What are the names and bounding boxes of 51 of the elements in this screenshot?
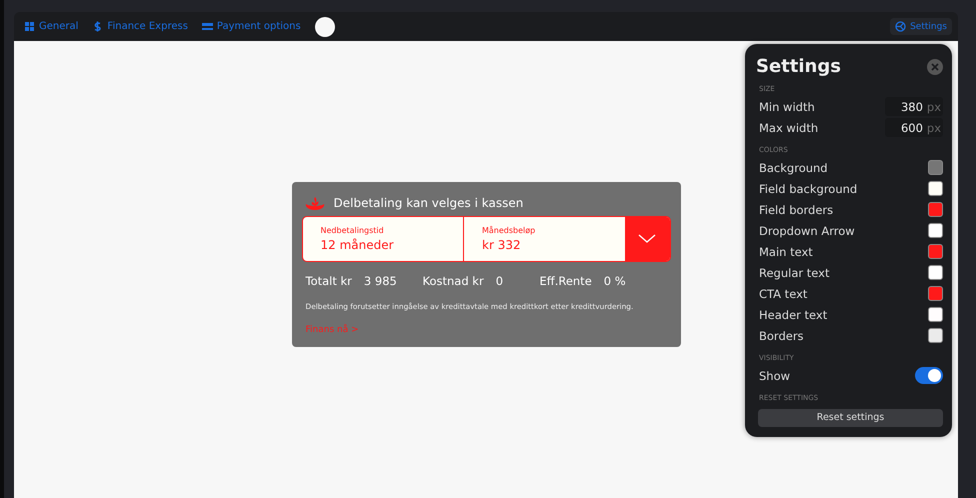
number-field[interactable]: 600 px — [885, 118, 943, 137]
summary-label: Kostnad kr — [422, 274, 484, 288]
widget-header: Delbetaling kan velges i kassen — [334, 196, 524, 210]
setting-label: Main text — [759, 244, 813, 258]
summary-value: 0 — [496, 274, 504, 288]
setting-label: Header text — [759, 308, 828, 322]
installment-field[interactable]: Nedbetalingstid 12 måneder Månedsbeløp kr 332 — [302, 216, 670, 262]
color-swatch[interactable] — [928, 307, 943, 322]
summary-value: 0 % — [604, 274, 626, 288]
setting-label: Borders — [759, 328, 804, 342]
settings-icon — [895, 21, 906, 32]
circle-button[interactable] — [314, 16, 335, 36]
dollar-icon — [92, 21, 104, 32]
field-value: kr 332 — [482, 238, 522, 252]
flame-logo-icon — [304, 196, 324, 210]
color-swatch[interactable] — [928, 202, 943, 217]
toolbar-tab[interactable]: Payment options — [202, 21, 301, 32]
color-swatch[interactable] — [928, 286, 943, 301]
color-swatch[interactable] — [928, 181, 943, 196]
toolbar-tab[interactable]: Finance Express — [92, 21, 188, 32]
toggle-switch[interactable] — [915, 367, 943, 384]
setting-label: Field borders — [759, 202, 834, 216]
card-icon — [202, 21, 213, 32]
color-swatch[interactable] — [928, 328, 943, 343]
summary-label: Totalt kr — [306, 274, 352, 288]
field-label: Månedsbeløp — [482, 226, 536, 235]
setting-label: Background — [759, 160, 828, 174]
settings-button[interactable]: Settings — [890, 18, 952, 35]
panel-title: Settings — [756, 56, 841, 77]
grid-icon — [24, 21, 35, 32]
setting-label: Min width — [759, 100, 815, 114]
chevron-down-icon — [638, 234, 656, 244]
number-field[interactable]: 380 px — [885, 97, 943, 116]
setting-label: Max width — [759, 120, 818, 134]
summary-value: 3 985 — [364, 274, 397, 288]
setting-label: Show — [759, 368, 790, 382]
setting-label: CTA text — [759, 286, 808, 300]
reset-button[interactable]: Reset settings — [758, 408, 943, 426]
color-swatch[interactable] — [928, 265, 943, 280]
setting-label: Regular text — [759, 266, 830, 280]
dropdown-button[interactable] — [624, 217, 670, 261]
close-icon — [927, 58, 943, 74]
color-swatch[interactable] — [928, 223, 943, 238]
field-value: 12 måneder — [320, 238, 395, 252]
setting-label: Field background — [759, 182, 858, 196]
color-swatch[interactable] — [928, 160, 943, 175]
summary-label: Eff.Rente — [540, 274, 592, 288]
setting-label: Dropdown Arrow — [759, 224, 855, 238]
color-swatch[interactable] — [928, 244, 943, 259]
field-label: Nedbetalingstid — [320, 226, 385, 235]
toolbar-tab[interactable]: General — [24, 21, 78, 32]
